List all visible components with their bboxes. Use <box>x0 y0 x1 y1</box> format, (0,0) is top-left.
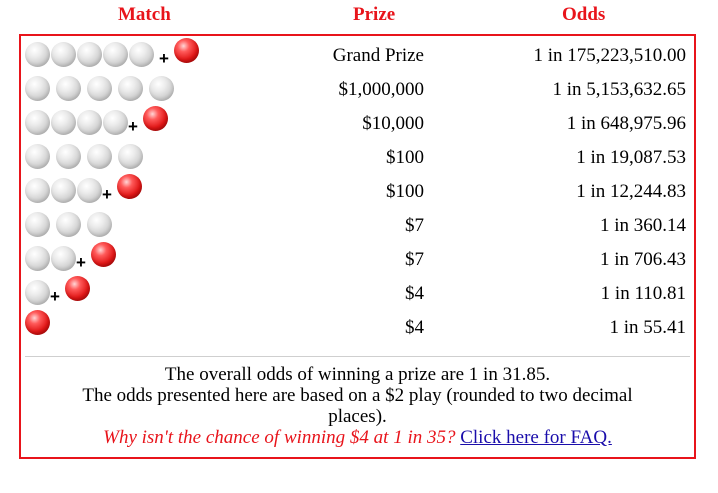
white-ball-icon <box>25 110 50 135</box>
prize-amount: $100 <box>386 181 424 202</box>
faq-question: Why isn't the chance of winning $4 at 1 … <box>103 427 456 448</box>
white-ball-icon <box>51 178 76 203</box>
white-ball-icon <box>56 212 81 237</box>
white-ball-icon <box>25 178 50 203</box>
table-row: $100 1 in 19,087.53 <box>21 140 694 174</box>
table-row: + Grand Prize 1 in 175,223,510.00 <box>21 38 694 72</box>
white-ball-icon <box>56 144 81 169</box>
odds-value: 1 in 648,975.96 <box>566 113 686 134</box>
white-ball-icon <box>25 42 50 67</box>
faq-line: Why isn't the chance of winning $4 at 1 … <box>21 427 694 448</box>
white-ball-icon <box>51 110 76 135</box>
table-footer: The overall odds of winning a prize are … <box>21 364 694 448</box>
odds-value: 1 in 706.43 <box>599 249 686 270</box>
odds-value: 1 in 19,087.53 <box>576 147 686 168</box>
red-powerball-icon <box>91 242 116 267</box>
table-row: + $10,000 1 in 648,975.96 <box>21 106 694 140</box>
red-powerball-icon <box>117 174 142 199</box>
prize-amount: $10,000 <box>362 113 424 134</box>
white-ball-icon <box>25 144 50 169</box>
plus-sign: + <box>50 287 60 306</box>
table-row: $1,000,000 1 in 5,153,632.65 <box>21 72 694 106</box>
prize-amount: $7 <box>405 249 424 270</box>
plus-sign: + <box>159 49 169 68</box>
white-ball-icon <box>25 280 50 305</box>
faq-link[interactable]: Click here for FAQ. <box>460 427 612 448</box>
column-header-odds: Odds <box>562 4 606 25</box>
red-powerball-icon <box>25 310 50 335</box>
column-header-prize: Prize <box>353 4 396 25</box>
white-ball-icon <box>149 76 174 101</box>
odds-value: 1 in 175,223,510.00 <box>533 45 686 66</box>
white-ball-icon <box>25 246 50 271</box>
white-ball-icon <box>87 76 112 101</box>
table-row: + $100 1 in 12,244.83 <box>21 174 694 208</box>
white-ball-icon <box>77 42 102 67</box>
white-ball-icon <box>77 110 102 135</box>
prize-amount: Grand Prize <box>332 45 424 66</box>
column-header-match: Match <box>118 4 171 25</box>
prize-amount: $4 <box>405 283 424 304</box>
red-powerball-icon <box>143 106 168 131</box>
odds-note-text-cont: places). <box>328 406 387 427</box>
odds-value: 1 in 5,153,632.65 <box>552 79 686 100</box>
odds-value: 1 in 12,244.83 <box>576 181 686 202</box>
white-ball-icon <box>118 76 143 101</box>
table-row: + $7 1 in 706.43 <box>21 242 694 276</box>
white-ball-icon <box>103 110 128 135</box>
table-row: + $4 1 in 110.81 <box>21 276 694 310</box>
overall-odds-text: The overall odds of winning a prize are … <box>164 364 551 385</box>
odds-note-text: The odds presented here are based on a $… <box>82 385 633 406</box>
white-ball-icon <box>77 178 102 203</box>
prize-amount: $100 <box>386 147 424 168</box>
white-ball-icon <box>51 246 76 271</box>
white-ball-icon <box>118 144 143 169</box>
white-ball-icon <box>25 212 50 237</box>
odds-value: 1 in 55.41 <box>609 317 686 338</box>
prize-amount: $1,000,000 <box>338 79 425 100</box>
plus-sign: + <box>76 253 86 272</box>
table-divider <box>25 356 690 357</box>
white-ball-icon <box>51 42 76 67</box>
table-row: $4 1 in 55.41 <box>21 310 694 344</box>
white-ball-icon <box>87 212 112 237</box>
plus-sign: + <box>128 117 138 136</box>
white-ball-icon <box>25 76 50 101</box>
white-ball-icon <box>103 42 128 67</box>
white-ball-icon <box>56 76 81 101</box>
white-ball-icon <box>129 42 154 67</box>
odds-value: 1 in 110.81 <box>600 283 686 304</box>
prize-odds-table: + Grand Prize 1 in 175,223,510.00 $1,000,00… <box>19 34 696 459</box>
odds-value: 1 in 360.14 <box>599 215 686 236</box>
table-header: Match Prize Odds <box>0 4 718 28</box>
red-powerball-icon <box>174 38 199 63</box>
white-ball-icon <box>87 144 112 169</box>
table-row: $7 1 in 360.14 <box>21 208 694 242</box>
prize-amount: $4 <box>405 317 424 338</box>
plus-sign: + <box>102 185 112 204</box>
red-powerball-icon <box>65 276 90 301</box>
prize-amount: $7 <box>405 215 424 236</box>
